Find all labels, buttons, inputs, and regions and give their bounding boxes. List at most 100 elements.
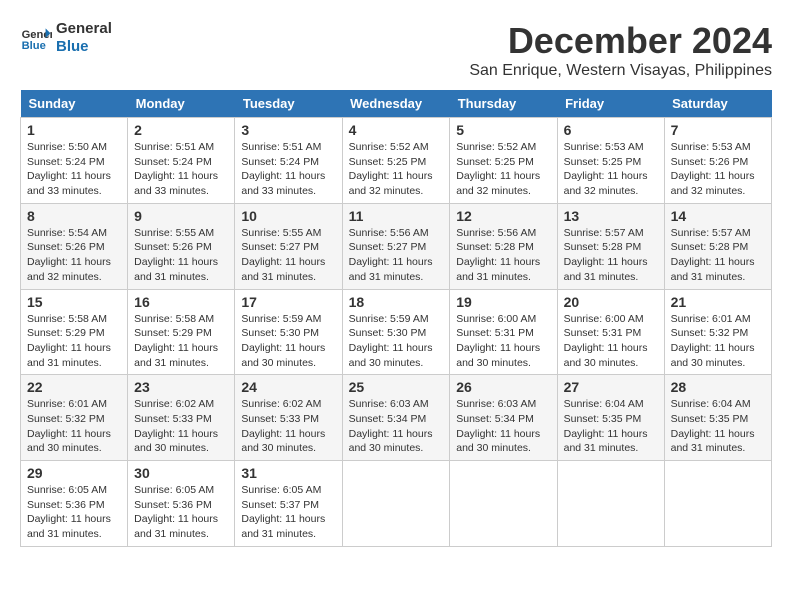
logo-text-blue: Blue xyxy=(56,38,112,56)
day-number: 19 xyxy=(456,294,550,310)
day-info: Sunrise: 5:57 AMSunset: 5:28 PMDaylight:… xyxy=(671,226,765,285)
day-number: 9 xyxy=(134,208,228,224)
day-info: Sunrise: 6:04 AMSunset: 5:35 PMDaylight:… xyxy=(671,397,765,456)
calendar-cell xyxy=(342,461,450,547)
calendar-cell: 20 Sunrise: 6:00 AMSunset: 5:31 PMDayligh… xyxy=(557,289,664,375)
day-info: Sunrise: 5:58 AMSunset: 5:29 PMDaylight:… xyxy=(134,312,228,371)
day-info: Sunrise: 5:55 AMSunset: 5:27 PMDaylight:… xyxy=(241,226,335,285)
calendar-cell: 25 Sunrise: 6:03 AMSunset: 5:34 PMDayligh… xyxy=(342,375,450,461)
day-info: Sunrise: 5:50 AMSunset: 5:24 PMDaylight:… xyxy=(27,140,121,199)
day-number: 8 xyxy=(27,208,121,224)
day-number: 16 xyxy=(134,294,228,310)
title-area: December 2024 San Enrique, Western Visay… xyxy=(469,20,772,80)
day-number: 24 xyxy=(241,379,335,395)
day-info: Sunrise: 5:51 AMSunset: 5:24 PMDaylight:… xyxy=(241,140,335,199)
day-number: 29 xyxy=(27,465,121,481)
calendar-cell: 18Sunrise: 5:59 AMSunset: 5:30 PMDayligh… xyxy=(342,289,450,375)
day-number: 18 xyxy=(349,294,444,310)
day-info: Sunrise: 5:52 AMSunset: 5:25 PMDaylight:… xyxy=(349,140,444,199)
day-info: Sunrise: 6:00 AMSunset: 5:31 PMDaylight:… xyxy=(456,312,550,371)
calendar-cell: 11 Sunrise: 5:56 AMSunset: 5:27 PMDayligh… xyxy=(342,203,450,289)
calendar-cell: 4 Sunrise: 5:52 AMSunset: 5:25 PMDaylight… xyxy=(342,118,450,204)
svg-text:Blue: Blue xyxy=(22,40,46,52)
calendar-cell: 28 Sunrise: 6:04 AMSunset: 5:35 PMDayligh… xyxy=(664,375,771,461)
day-header-tuesday: Tuesday xyxy=(235,90,342,118)
day-number: 20 xyxy=(564,294,658,310)
day-number: 28 xyxy=(671,379,765,395)
calendar-cell: 29 Sunrise: 6:05 AMSunset: 5:36 PMDayligh… xyxy=(21,461,128,547)
day-info: Sunrise: 5:52 AMSunset: 5:25 PMDaylight:… xyxy=(456,140,550,199)
day-info: Sunrise: 5:51 AMSunset: 5:24 PMDaylight:… xyxy=(134,140,228,199)
day-number: 30 xyxy=(134,465,228,481)
day-info: Sunrise: 5:59 AMSunset: 5:30 PMDaylight:… xyxy=(241,312,335,371)
calendar-cell: 2 Sunrise: 5:51 AMSunset: 5:24 PMDaylight… xyxy=(128,118,235,204)
calendar-week-row: 8 Sunrise: 5:54 AMSunset: 5:26 PMDaylight… xyxy=(21,203,772,289)
header: General Blue General Blue December 2024 … xyxy=(20,20,772,80)
month-title: December 2024 xyxy=(469,20,772,62)
calendar-cell: 30Sunrise: 6:05 AMSunset: 5:36 PMDayligh… xyxy=(128,461,235,547)
day-number: 2 xyxy=(134,122,228,138)
calendar-week-row: 22 Sunrise: 6:01 AMSunset: 5:32 PMDayligh… xyxy=(21,375,772,461)
calendar-cell: 23 Sunrise: 6:02 AMSunset: 5:33 PMDayligh… xyxy=(128,375,235,461)
calendar-week-row: 15 Sunrise: 5:58 AMSunset: 5:29 PMDayligh… xyxy=(21,289,772,375)
calendar-cell: 27Sunrise: 6:04 AMSunset: 5:35 PMDayligh… xyxy=(557,375,664,461)
day-number: 7 xyxy=(671,122,765,138)
day-info: Sunrise: 6:05 AMSunset: 5:36 PMDaylight:… xyxy=(27,483,121,542)
day-number: 21 xyxy=(671,294,765,310)
calendar-cell: 10 Sunrise: 5:55 AMSunset: 5:27 PMDayligh… xyxy=(235,203,342,289)
day-info: Sunrise: 6:02 AMSunset: 5:33 PMDaylight:… xyxy=(134,397,228,456)
calendar-header-row: SundayMondayTuesdayWednesdayThursdayFrid… xyxy=(21,90,772,118)
day-info: Sunrise: 6:03 AMSunset: 5:34 PMDaylight:… xyxy=(349,397,444,456)
day-number: 12 xyxy=(456,208,550,224)
calendar-cell: 16 Sunrise: 5:58 AMSunset: 5:29 PMDayligh… xyxy=(128,289,235,375)
day-number: 4 xyxy=(349,122,444,138)
day-info: Sunrise: 5:54 AMSunset: 5:26 PMDaylight:… xyxy=(27,226,121,285)
day-info: Sunrise: 6:05 AMSunset: 5:37 PMDaylight:… xyxy=(241,483,335,542)
calendar-cell xyxy=(664,461,771,547)
day-info: Sunrise: 5:58 AMSunset: 5:29 PMDaylight:… xyxy=(27,312,121,371)
calendar-week-row: 29 Sunrise: 6:05 AMSunset: 5:36 PMDayligh… xyxy=(21,461,772,547)
day-number: 25 xyxy=(349,379,444,395)
calendar-cell: 21Sunrise: 6:01 AMSunset: 5:32 PMDayligh… xyxy=(664,289,771,375)
calendar-cell: 14 Sunrise: 5:57 AMSunset: 5:28 PMDayligh… xyxy=(664,203,771,289)
calendar-cell: 13Sunrise: 5:57 AMSunset: 5:28 PMDayligh… xyxy=(557,203,664,289)
calendar-cell: 1Sunrise: 5:50 AMSunset: 5:24 PMDaylight… xyxy=(21,118,128,204)
calendar-cell: 15 Sunrise: 5:58 AMSunset: 5:29 PMDayligh… xyxy=(21,289,128,375)
day-number: 6 xyxy=(564,122,658,138)
day-number: 3 xyxy=(241,122,335,138)
day-number: 11 xyxy=(349,208,444,224)
day-number: 31 xyxy=(241,465,335,481)
calendar-cell: 31 Sunrise: 6:05 AMSunset: 5:37 PMDayligh… xyxy=(235,461,342,547)
day-number: 23 xyxy=(134,379,228,395)
day-info: Sunrise: 6:00 AMSunset: 5:31 PMDaylight:… xyxy=(564,312,658,371)
day-info: Sunrise: 6:01 AMSunset: 5:32 PMDaylight:… xyxy=(27,397,121,456)
day-number: 14 xyxy=(671,208,765,224)
logo-icon: General Blue xyxy=(20,22,52,54)
day-header-thursday: Thursday xyxy=(450,90,557,118)
calendar-cell: 22 Sunrise: 6:01 AMSunset: 5:32 PMDayligh… xyxy=(21,375,128,461)
calendar-cell xyxy=(557,461,664,547)
calendar-cell: 3 Sunrise: 5:51 AMSunset: 5:24 PMDaylight… xyxy=(235,118,342,204)
calendar: SundayMondayTuesdayWednesdayThursdayFrid… xyxy=(20,90,772,547)
day-number: 5 xyxy=(456,122,550,138)
day-number: 10 xyxy=(241,208,335,224)
calendar-cell: 8 Sunrise: 5:54 AMSunset: 5:26 PMDaylight… xyxy=(21,203,128,289)
day-info: Sunrise: 6:02 AMSunset: 5:33 PMDaylight:… xyxy=(241,397,335,456)
day-header-sunday: Sunday xyxy=(21,90,128,118)
calendar-cell: 6Sunrise: 5:53 AMSunset: 5:25 PMDaylight… xyxy=(557,118,664,204)
day-info: Sunrise: 5:56 AMSunset: 5:27 PMDaylight:… xyxy=(349,226,444,285)
logo: General Blue General Blue xyxy=(20,20,112,56)
day-info: Sunrise: 5:57 AMSunset: 5:28 PMDaylight:… xyxy=(564,226,658,285)
day-number: 17 xyxy=(241,294,335,310)
calendar-cell: 7Sunrise: 5:53 AMSunset: 5:26 PMDaylight… xyxy=(664,118,771,204)
day-info: Sunrise: 6:04 AMSunset: 5:35 PMDaylight:… xyxy=(564,397,658,456)
calendar-cell: 12Sunrise: 5:56 AMSunset: 5:28 PMDayligh… xyxy=(450,203,557,289)
day-number: 15 xyxy=(27,294,121,310)
day-number: 22 xyxy=(27,379,121,395)
calendar-cell: 24 Sunrise: 6:02 AMSunset: 5:33 PMDayligh… xyxy=(235,375,342,461)
calendar-cell: 19 Sunrise: 6:00 AMSunset: 5:31 PMDayligh… xyxy=(450,289,557,375)
day-number: 26 xyxy=(456,379,550,395)
calendar-cell xyxy=(450,461,557,547)
location-title: San Enrique, Western Visayas, Philippine… xyxy=(469,62,772,80)
calendar-body: 1Sunrise: 5:50 AMSunset: 5:24 PMDaylight… xyxy=(21,118,772,547)
